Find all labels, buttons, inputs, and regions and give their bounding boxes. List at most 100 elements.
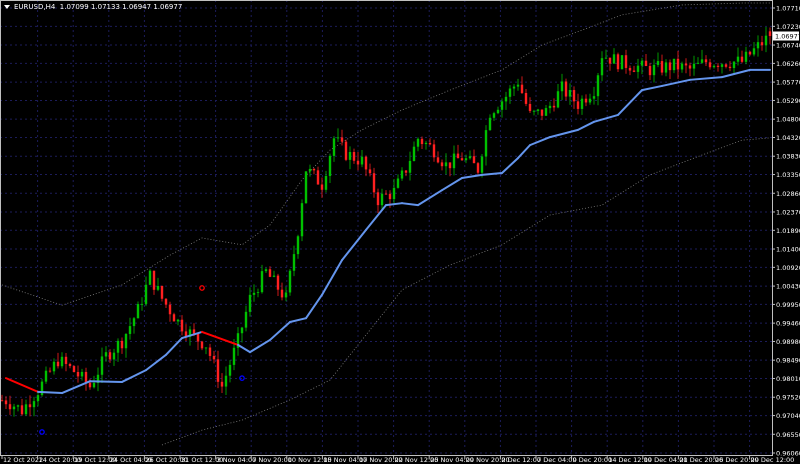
candle-body — [232, 347, 236, 365]
dropdown-triangle-icon[interactable] — [4, 5, 10, 9]
candle-body — [460, 158, 464, 161]
candle-body — [648, 66, 652, 76]
candle-body — [256, 292, 260, 293]
candle-body — [544, 108, 548, 116]
candle-body — [176, 319, 180, 322]
ma-segment — [577, 120, 595, 131]
candle-body — [588, 98, 592, 103]
ma-segment — [617, 89, 643, 116]
candle-body — [420, 138, 424, 145]
candle-body — [296, 236, 300, 255]
time-axis[interactable]: 12 Oct 202214 Oct 20:0019 Oct 12:0024 Oc… — [1, 455, 794, 464]
candle-body — [268, 269, 272, 277]
current-price-value: 1.06977 — [775, 32, 800, 40]
price-axis[interactable]: 1.07710 1.07230 1.06740 1.06260 1.05770 1.052… — [772, 5, 800, 458]
ma-segment — [289, 317, 307, 323]
current-price-label: 1.06977 — [773, 31, 800, 41]
candle-body — [688, 65, 692, 69]
y-tick-label: 1.06260 — [776, 60, 800, 68]
candle-body — [668, 62, 672, 71]
ma-segment — [641, 84, 663, 92]
candle-body — [16, 405, 20, 407]
candle-body — [80, 371, 84, 377]
candle-body — [224, 375, 228, 387]
candle-body — [756, 42, 760, 49]
candle-body — [752, 48, 756, 55]
ma-segment — [237, 343, 251, 354]
candle-body — [744, 51, 748, 62]
candle-body — [192, 329, 196, 334]
y-tick-label: 1.06740 — [776, 42, 800, 50]
ma-segment — [549, 128, 579, 139]
candle-body — [432, 144, 436, 158]
ma-segment — [593, 113, 619, 123]
candle-body — [552, 105, 556, 108]
candle-body — [280, 289, 284, 298]
y-tick-label: 1.01890 — [776, 227, 800, 235]
y-tick-label: 0.98010 — [776, 375, 800, 383]
candle-body — [488, 117, 492, 131]
y-tick-label: 1.07710 — [776, 5, 800, 13]
candle-body — [260, 271, 264, 293]
candle-body — [212, 355, 216, 360]
candle-body — [584, 98, 588, 103]
candle-body — [732, 61, 736, 69]
chart-title: EURUSD,H4 1.07099 1.07133 1.06947 1.0697… — [4, 3, 182, 11]
candle-body — [360, 156, 364, 165]
y-tick-label: 1.02860 — [776, 190, 800, 198]
y-tick-label: 1.03830 — [776, 153, 800, 161]
candle-body — [404, 170, 408, 173]
candle-body — [44, 370, 48, 382]
candle-body — [392, 187, 396, 200]
candle-body — [148, 270, 152, 285]
candle-body — [436, 157, 440, 163]
candle-body — [464, 158, 468, 161]
y-tick-label: 0.98980 — [776, 338, 800, 346]
candle-body — [348, 152, 352, 160]
y-tick-label: 0.96550 — [776, 431, 800, 439]
candle-body — [376, 192, 380, 206]
y-tick-label: 1.07230 — [776, 23, 800, 31]
ma-segment — [481, 172, 503, 176]
candle-body — [516, 84, 520, 87]
y-tick-label: 1.00430 — [776, 283, 800, 291]
candle-body — [344, 141, 348, 160]
candle-body — [352, 152, 356, 161]
candle-body — [624, 55, 628, 68]
candle-body — [484, 130, 488, 157]
candle-body — [708, 62, 712, 68]
candle-body — [496, 109, 500, 114]
candle-body — [136, 304, 140, 319]
candle-body — [580, 98, 584, 109]
y-tick-label: 0.99460 — [776, 320, 800, 328]
candle-body — [764, 35, 768, 46]
candle-body — [736, 56, 740, 62]
y-tick-label: 0.99950 — [776, 301, 800, 309]
candle-body — [264, 269, 268, 272]
ma-segment — [321, 259, 343, 296]
candle-body — [240, 327, 244, 334]
x-tick-label: 7 Dec 04:00 — [537, 456, 577, 464]
candle-body — [548, 105, 552, 109]
candle-body — [652, 64, 656, 76]
candle-body — [84, 371, 88, 383]
candle-body — [720, 64, 724, 67]
candle-body — [124, 333, 128, 349]
candle-body — [768, 31, 772, 36]
candle-body — [452, 153, 456, 169]
candle-body — [156, 285, 160, 290]
candle-body — [320, 184, 324, 190]
candle-body — [400, 170, 404, 179]
grid — [0, 0, 772, 455]
candle-body — [600, 58, 604, 76]
candle-body — [220, 381, 224, 387]
candle-body — [680, 63, 684, 70]
price-chart[interactable]: 1.07710 1.07230 1.06740 1.06260 1.05770 1.052… — [0, 0, 800, 464]
open-price: 1.07099 — [59, 3, 89, 11]
candle-body — [696, 62, 700, 64]
y-tick-label: 1.03350 — [776, 171, 800, 179]
symbol: EURUSD,H4 — [14, 3, 56, 11]
candle-body — [468, 156, 472, 159]
candle-body — [676, 58, 680, 70]
candle-body — [444, 162, 448, 167]
